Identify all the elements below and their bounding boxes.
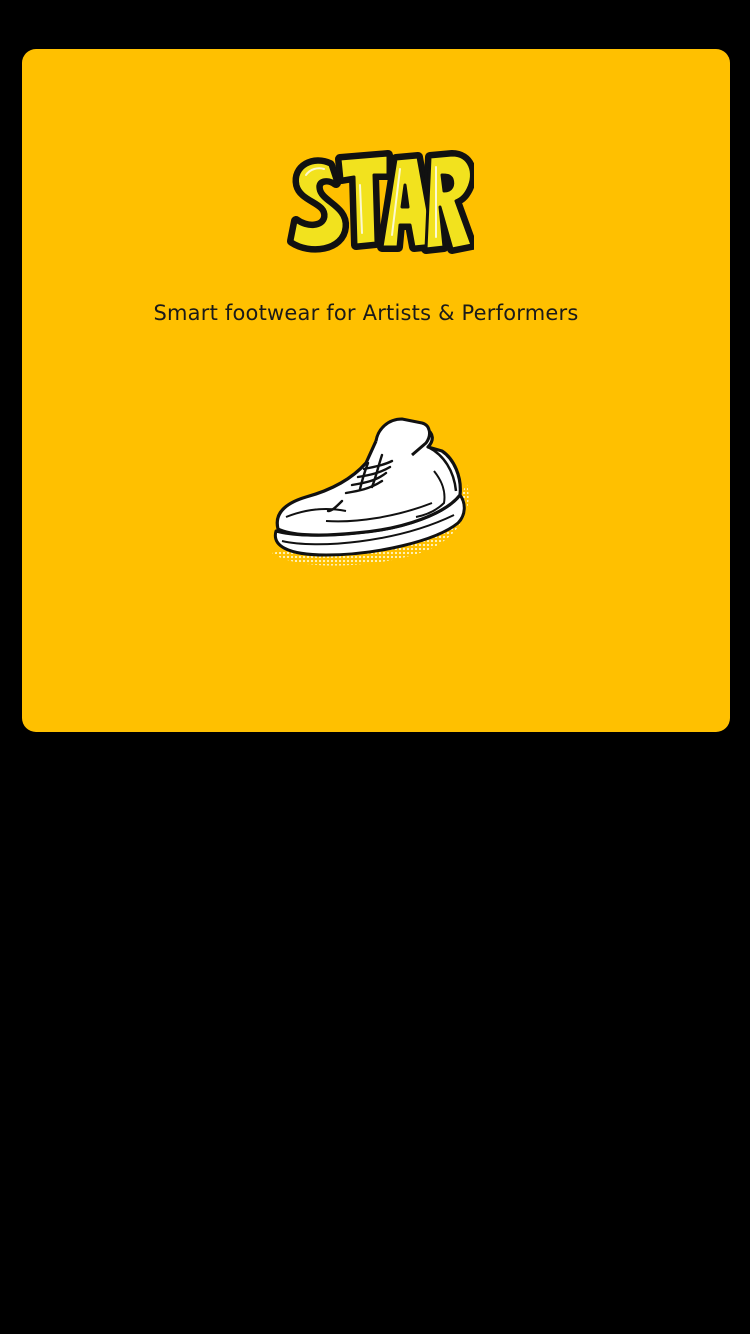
splash-screen: Smart footwear for Artists & Performers: [0, 0, 750, 1334]
sneaker-icon: [266, 411, 470, 575]
empty-bottom-area: [0, 740, 750, 1334]
splash-card: Smart footwear for Artists & Performers: [22, 49, 730, 732]
star-logo: [284, 145, 474, 267]
app-tagline: Smart footwear for Artists & Performers: [153, 301, 579, 325]
